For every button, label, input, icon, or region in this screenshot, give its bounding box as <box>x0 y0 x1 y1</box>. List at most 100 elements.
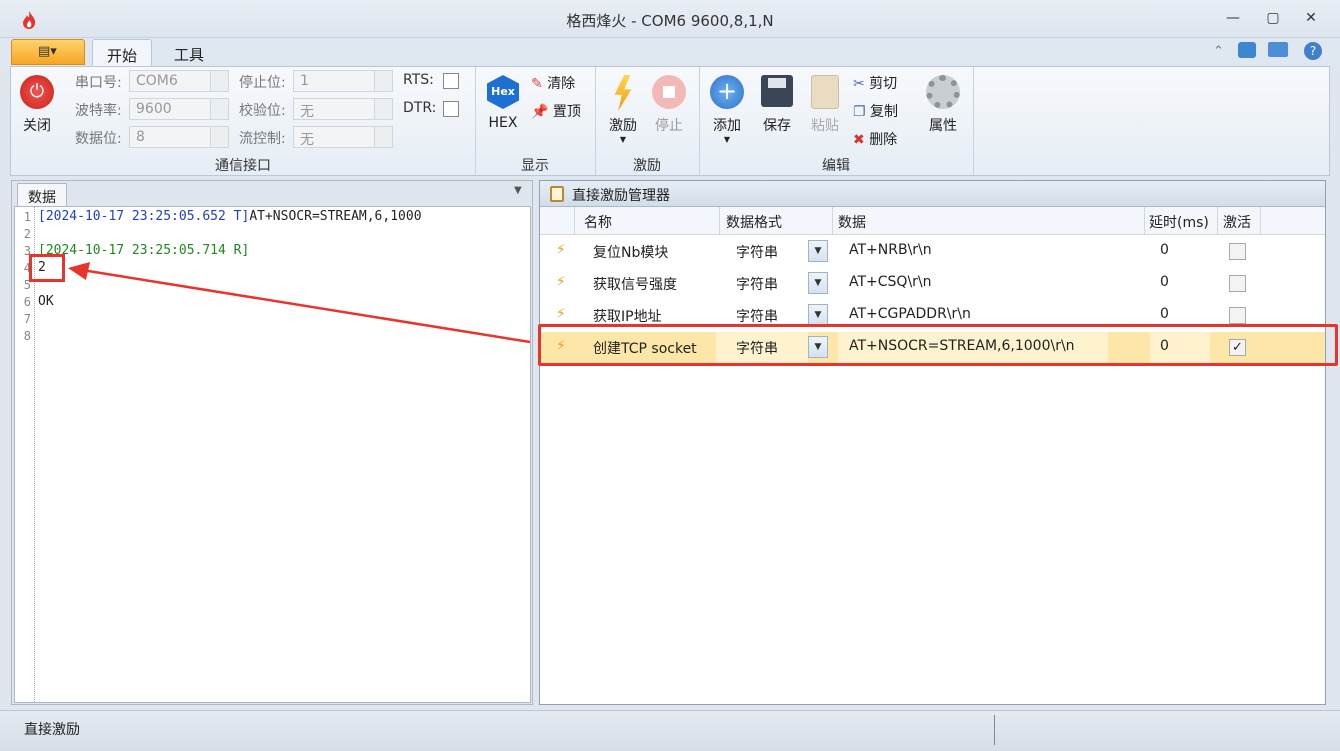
status-bar: 直接激励 <box>0 710 1340 751</box>
stopbits-select[interactable]: 1 <box>293 70 393 92</box>
rts-label: RTS: <box>403 72 434 88</box>
baud-select[interactable]: 9600 <box>129 98 229 120</box>
stimulate-button[interactable]: 激励 ▼ <box>603 75 643 144</box>
manager-header: 直接激励管理器 <box>540 181 1325 207</box>
hex-button[interactable]: Hex HEX <box>485 75 521 131</box>
data-panel: 数据 ▼ 1 2 3 4 5 6 7 8 [2024-10-17 23:25:0… <box>11 180 533 705</box>
tab-tools[interactable]: 工具 <box>160 39 218 67</box>
annotation-arrow-icon <box>68 262 531 344</box>
dtr-checkbox[interactable] <box>443 101 459 117</box>
copy-button[interactable]: ❐ 复制 <box>853 101 898 121</box>
active-checkbox[interactable] <box>1229 275 1246 292</box>
dropdown-arrow-icon: ▼ <box>723 135 731 144</box>
col-name[interactable]: 名称 <box>584 212 612 232</box>
skin-shirt-icon[interactable] <box>1238 42 1256 58</box>
pin-icon: 📌 <box>531 104 549 120</box>
delete-x-icon: ✖ <box>853 132 865 148</box>
annotation-box <box>538 324 1338 366</box>
copy-icon: ❐ <box>853 104 866 120</box>
dropdown-arrow-icon: ▼ <box>619 135 627 144</box>
group-label-edit: 编辑 <box>822 158 850 174</box>
clipboard-icon <box>811 75 839 109</box>
group-label-stim: 激励 <box>633 158 661 174</box>
manager-title: 直接激励管理器 <box>572 188 670 204</box>
pin-top-button[interactable]: 📌 置顶 <box>531 101 581 121</box>
port-label: 串口号: <box>75 75 122 91</box>
save-button[interactable]: 保存 <box>757 75 797 135</box>
eraser-icon: ✎ <box>531 76 543 92</box>
flow-label: 流控制: <box>239 131 286 147</box>
col-active[interactable]: 激活 <box>1223 212 1251 232</box>
line-number: 6 <box>23 295 31 309</box>
cut-button[interactable]: ✂ 剪切 <box>853 73 897 93</box>
parity-label: 校验位: <box>239 103 286 119</box>
floppy-disk-icon <box>761 75 793 107</box>
col-delay[interactable]: 延时(ms) <box>1149 212 1209 232</box>
table-row[interactable]: ⚡ 获取信号强度 字符串 ▼ AT+CSQ\r\n 0 <box>540 268 1325 300</box>
format-dropdown[interactable]: ▼ <box>808 304 828 326</box>
stimulus-manager-panel: 直接激励管理器 名称 数据格式 数据 延时(ms) 激活 ⚡ 复位Nb模块 字符… <box>539 180 1326 705</box>
scissors-icon: ✂ <box>853 76 865 92</box>
clipboard-icon <box>550 186 564 202</box>
paste-button[interactable]: 粘贴 <box>805 75 845 135</box>
group-label-display: 显示 <box>521 158 549 174</box>
parity-select[interactable]: 无 <box>293 98 393 120</box>
menu-icon: ▤▾ <box>38 44 57 59</box>
collapse-ribbon-icon[interactable]: ⌃ <box>1213 44 1224 59</box>
tab-data[interactable]: 数据 <box>17 183 67 207</box>
line-number: 1 <box>23 210 31 224</box>
lightning-icon <box>614 75 632 111</box>
baud-label: 波特率: <box>75 103 122 119</box>
panel-dropdown-icon[interactable]: ▼ <box>514 185 522 196</box>
table-row[interactable]: ⚡ 复位Nb模块 字符串 ▼ AT+NRB\r\n 0 <box>540 236 1325 268</box>
log-line-tx: [2024-10-17 23:25:05.652 T]AT+NSOCR=STRE… <box>38 209 422 224</box>
log-line-rx: [2024-10-17 23:25:05.714 R] <box>38 243 250 258</box>
title-bar: 格西烽火 - COM6 9600,8,1,N — ▢ ✕ <box>0 0 1340 38</box>
format-dropdown[interactable]: ▼ <box>808 240 828 262</box>
help-icon[interactable]: ? <box>1304 42 1322 60</box>
clear-button[interactable]: ✎ 清除 <box>531 73 575 93</box>
active-checkbox[interactable] <box>1229 307 1246 324</box>
properties-button[interactable]: 属性 <box>921 75 965 135</box>
line-number: 8 <box>23 329 31 343</box>
tab-start[interactable]: 开始 <box>92 39 153 67</box>
log-line-ok: OK <box>38 294 54 309</box>
dtr-label: DTR: <box>403 100 437 116</box>
port-select[interactable]: COM6 <box>129 70 229 92</box>
col-data[interactable]: 数据 <box>838 212 866 232</box>
stop-icon <box>652 75 686 109</box>
format-dropdown[interactable]: ▼ <box>808 272 828 294</box>
flow-select[interactable]: 无 <box>293 126 393 148</box>
power-icon: ⏻ <box>20 75 54 109</box>
status-text: 直接激励 <box>24 722 80 738</box>
stop-button[interactable]: 停止 <box>649 75 689 135</box>
maximize-icon[interactable]: ▢ <box>1262 10 1284 26</box>
window-title: 格西烽火 - COM6 9600,8,1,N <box>566 12 774 30</box>
divider <box>994 715 995 745</box>
app-menu-button[interactable]: ▤▾ <box>11 39 85 65</box>
col-format[interactable]: 数据格式 <box>726 212 782 232</box>
stopbits-label: 停止位: <box>239 75 286 91</box>
lightning-icon: ⚡ <box>556 306 566 322</box>
lightning-icon: ⚡ <box>556 274 566 290</box>
hex-icon: Hex <box>487 75 519 109</box>
close-port-button[interactable]: ⏻ 关闭 <box>17 75 57 135</box>
comment-icon[interactable] <box>1268 42 1288 57</box>
divider <box>973 67 974 175</box>
plus-icon: + <box>710 75 744 109</box>
minimize-icon[interactable]: — <box>1222 10 1244 26</box>
close-window-icon[interactable]: ✕ <box>1300 10 1322 26</box>
databits-select[interactable]: 8 <box>129 126 229 148</box>
delete-button[interactable]: ✖ 删除 <box>853 129 897 149</box>
add-button[interactable]: + 添加 ▼ <box>707 75 747 144</box>
grid-header: 名称 数据格式 数据 延时(ms) 激活 <box>540 207 1325 235</box>
gear-icon <box>926 75 960 109</box>
line-number: 2 <box>23 227 31 241</box>
group-label-comm: 通信接口 <box>215 158 271 174</box>
active-checkbox[interactable] <box>1229 243 1246 260</box>
ribbon: ⏻ 关闭 串口号: COM6 波特率: 9600 数据位: 8 停止位: 1 校… <box>10 66 1330 176</box>
line-number: 7 <box>23 312 31 326</box>
rts-checkbox[interactable] <box>443 73 459 89</box>
databits-label: 数据位: <box>75 131 122 147</box>
lightning-icon: ⚡ <box>556 242 566 258</box>
